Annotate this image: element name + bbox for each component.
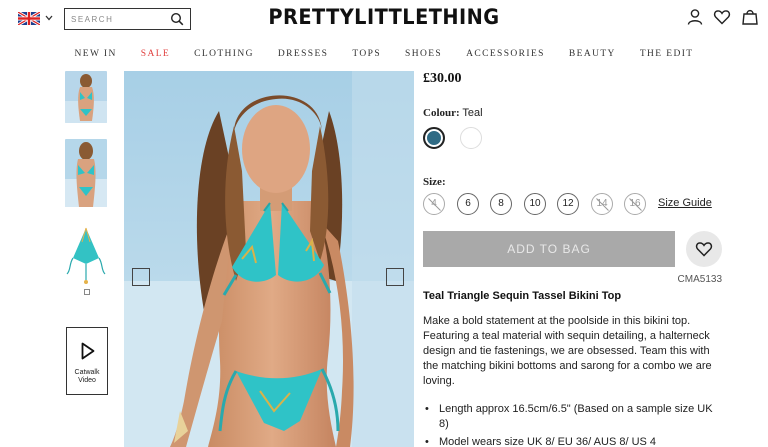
nav-item-tops[interactable]: TOPS: [352, 49, 381, 59]
product-price: £30.00: [423, 71, 462, 86]
size-option-14[interactable]: 14: [591, 193, 613, 215]
wishlist-button[interactable]: [686, 231, 722, 267]
nav-item-shoes[interactable]: SHOES: [405, 49, 442, 59]
nav-item-the-edit[interactable]: THE EDIT: [640, 49, 694, 59]
site-logo[interactable]: PRETTYLITTLETHING: [31, 5, 738, 29]
previous-image-button[interactable]: [132, 268, 150, 286]
add-to-bag-button[interactable]: ADD TO BAG: [423, 231, 675, 267]
site-header: PRETTYLITTLETHING: [0, 0, 768, 38]
main-nav: NEW IN SALE CLOTHING DRESSES TOPS SHOES …: [0, 49, 768, 59]
bag-icon[interactable]: [741, 8, 759, 26]
nav-item-clothing[interactable]: CLOTHING: [194, 49, 254, 59]
product-sku: CMA5133: [677, 274, 722, 285]
account-icon[interactable]: [686, 8, 704, 26]
gallery-dot-icon[interactable]: [84, 289, 90, 295]
size-option-16[interactable]: 16: [624, 193, 646, 215]
size-label: Size:: [423, 176, 446, 188]
size-guide-link[interactable]: Size Guide: [658, 197, 712, 209]
nav-item-new-in[interactable]: NEW IN: [75, 49, 117, 59]
nav-item-sale[interactable]: SALE: [141, 49, 170, 59]
nav-item-beauty[interactable]: BEAUTY: [569, 49, 616, 59]
colour-value: Teal: [462, 107, 483, 119]
colour-label: Colour: Teal: [423, 107, 483, 119]
gallery-thumbnail[interactable]: [65, 224, 107, 286]
catwalk-video-button[interactable]: Catwalk Video: [66, 327, 108, 395]
size-option-8[interactable]: 8: [490, 193, 512, 215]
catwalk-video-label: Catwalk Video: [74, 369, 100, 384]
nav-item-accessories[interactable]: ACCESSORIES: [466, 49, 545, 59]
play-icon: [81, 342, 95, 360]
nav-item-dresses[interactable]: DRESSES: [278, 49, 328, 59]
product-title: Teal Triangle Sequin Tassel Bikini Top: [423, 290, 622, 302]
gallery-thumbnail[interactable]: [65, 139, 107, 207]
main-product-image[interactable]: [124, 71, 414, 447]
next-image-button[interactable]: [386, 268, 404, 286]
size-option-6[interactable]: 6: [457, 193, 479, 215]
colour-swatch-teal[interactable]: [423, 127, 445, 149]
size-option-12[interactable]: 12: [557, 193, 579, 215]
product-description: Make a bold statement at the poolside in…: [423, 315, 712, 387]
heart-icon[interactable]: [713, 8, 731, 26]
colour-swatch-white[interactable]: [460, 127, 482, 149]
list-item: Length approx 16.5cm/6.5" (Based on a sa…: [423, 402, 723, 431]
gallery-thumbnail[interactable]: [65, 71, 107, 123]
product-details-list: Length approx 16.5cm/6.5" (Based on a sa…: [423, 402, 723, 447]
size-option-10[interactable]: 10: [524, 193, 546, 215]
heart-icon: [695, 242, 713, 257]
list-item: Model wears size UK 8/ EU 36/ AUS 8/ US …: [423, 435, 723, 447]
size-option-4[interactable]: 4: [423, 193, 445, 215]
